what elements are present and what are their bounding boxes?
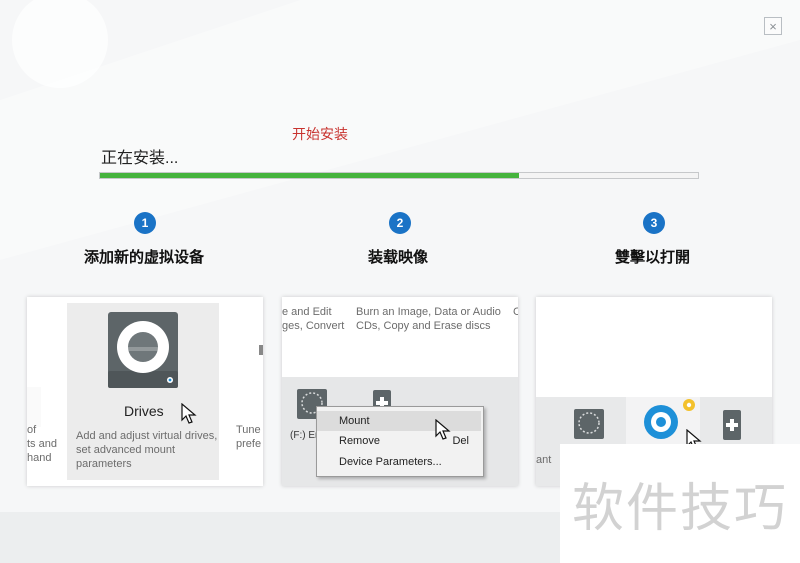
step-2-number: 2: [389, 212, 411, 234]
install-progress-fill: [100, 173, 519, 178]
menu-item-mount[interactable]: Mount: [317, 411, 481, 431]
install-progress-bar: [99, 172, 699, 179]
drives-description-1: Add and adjust virtual drives,: [76, 430, 218, 442]
edge-text-fragment: C: [513, 306, 518, 318]
drive-icon: [108, 312, 178, 388]
step-1-number: 1: [134, 212, 156, 234]
menu-item-remove-shortcut: Del: [452, 435, 469, 447]
burn-description-2: CDs, Copy and Erase discs: [356, 320, 491, 332]
mounted-disc-icon[interactable]: [642, 403, 680, 441]
step-1-screenshot: of ts and hand Drives Add and adjust vir…: [27, 297, 263, 486]
right-text-fragment-1: Tune: [236, 424, 261, 436]
step-3-number: 3: [643, 212, 665, 234]
left-description-2: ges, Convert: [282, 320, 345, 332]
drives-label: Drives: [124, 403, 164, 419]
menu-item-mount-label: Mount: [339, 415, 370, 427]
left-description-1: e and Edit: [282, 306, 332, 318]
drives-description-2: set advanced mount: [76, 444, 176, 456]
menu-item-remove-label: Remove: [339, 435, 380, 447]
left-text-fragment: ant: [536, 454, 552, 466]
add-drive-icon[interactable]: [722, 409, 742, 441]
badge-icon: [683, 399, 695, 411]
close-button[interactable]: ×: [764, 17, 782, 35]
install-status: 正在安装...: [101, 150, 179, 167]
step-2-screenshot: e and Edit ges, Convert Burn an Image, D…: [282, 297, 518, 486]
menu-item-device-parameters-label: Device Parameters...: [339, 456, 442, 468]
step-1-title: 添加新的虚拟设备: [84, 249, 205, 266]
drives-tile[interactable]: Drives Add and adjust virtual drives, se…: [67, 303, 219, 480]
mouse-cursor-icon: [181, 403, 197, 424]
menu-item-device-parameters[interactable]: Device Parameters...: [317, 452, 481, 472]
watermark: 软件技巧: [560, 444, 800, 563]
step-2-title: 装载映像: [368, 249, 429, 266]
left-text-fragment-1: of: [27, 424, 37, 436]
left-text-fragment-3: hand: [27, 452, 52, 464]
context-menu: Mount Remove Del Device Parameters...: [316, 406, 484, 477]
drives-description-3: parameters: [76, 458, 132, 470]
mouse-cursor-icon: [435, 419, 451, 440]
menu-item-remove[interactable]: Remove Del: [317, 431, 481, 451]
virtual-drive-icon[interactable]: [574, 409, 604, 439]
watermark-text: 软件技巧: [571, 479, 788, 539]
burn-description-1: Burn an Image, Data or Audio: [356, 306, 501, 318]
step-3-title: 雙擊以打開: [615, 249, 691, 266]
left-text-fragment-2: ts and: [27, 438, 57, 450]
right-text-fragment-2: prefe: [236, 438, 262, 450]
annotation-label: 开始安装: [292, 126, 348, 142]
